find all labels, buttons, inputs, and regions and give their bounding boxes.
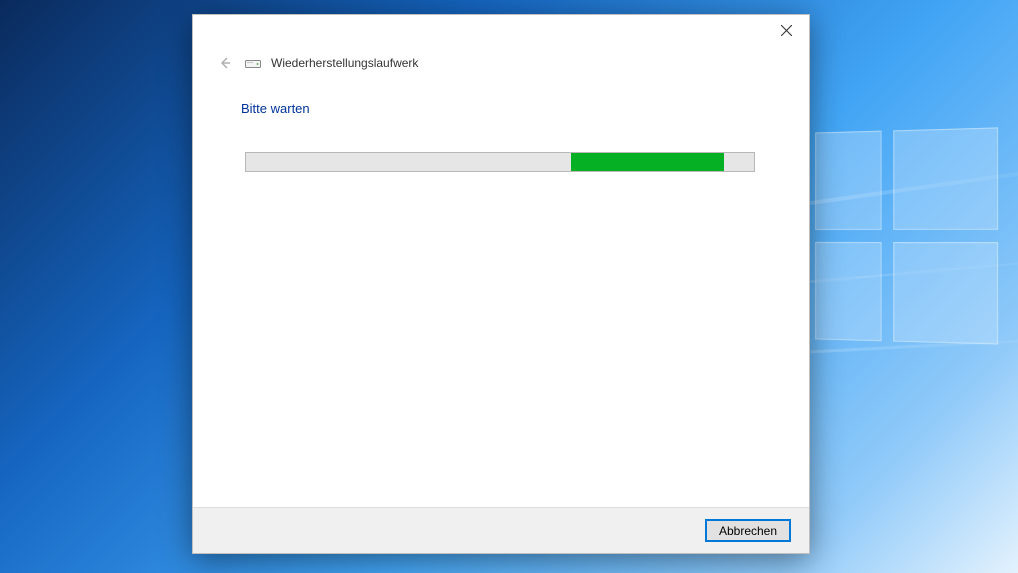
drive-icon xyxy=(245,57,261,69)
wizard-title: Wiederherstellungslaufwerk xyxy=(271,56,418,70)
windows-logo-desktop xyxy=(815,127,998,344)
progress-bar xyxy=(245,152,755,172)
close-icon xyxy=(781,25,792,36)
back-button[interactable] xyxy=(215,53,235,73)
progress-chunk xyxy=(571,153,723,171)
wizard-content: Bitte warten xyxy=(193,73,809,507)
cancel-button[interactable]: Abbrechen xyxy=(705,519,791,542)
close-button[interactable] xyxy=(764,15,809,45)
wizard-footer: Abbrechen xyxy=(193,507,809,553)
page-heading: Bitte warten xyxy=(241,101,761,116)
back-arrow-icon xyxy=(217,55,233,71)
wizard-header: Wiederherstellungslaufwerk xyxy=(193,47,809,73)
recovery-drive-wizard-dialog: Wiederherstellungslaufwerk Bitte warten … xyxy=(192,14,810,554)
titlebar xyxy=(193,15,809,47)
